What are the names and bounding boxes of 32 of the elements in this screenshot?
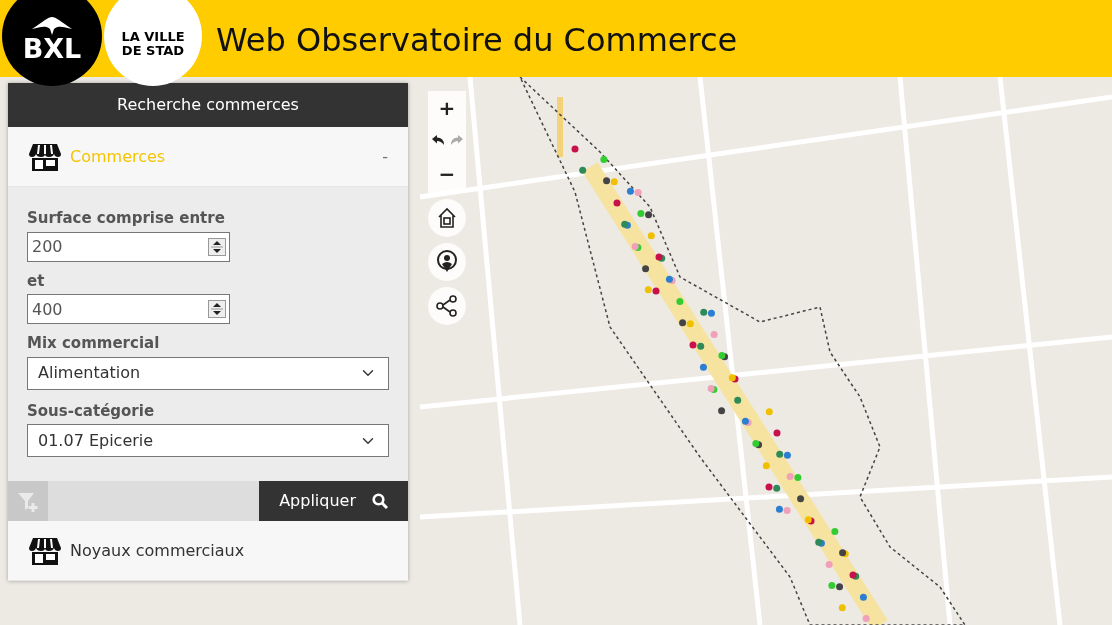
shop-icon <box>28 535 62 566</box>
search-icon <box>372 493 388 509</box>
number-field[interactable]: 200 <box>27 231 230 262</box>
page-title: Web Observatoire du Commerce <box>216 20 738 61</box>
panel-title: Recherche commerces <box>117 94 299 116</box>
field-label: Surface comprise entre <box>27 208 226 229</box>
section-title: Commerces <box>70 145 167 168</box>
spinner-icon <box>208 300 226 318</box>
shop-icon <box>28 141 62 172</box>
logo-text: DE STAD <box>121 44 185 58</box>
field-label: et <box>27 270 46 292</box>
field-label: Mix commercial <box>27 333 161 354</box>
field-label: Sous-catégorie <box>27 400 156 422</box>
collapse-toggle[interactable]: - <box>382 144 388 169</box>
accordion-header[interactable]: Commerces - <box>8 127 408 187</box>
logo-text: LA VILLE <box>121 30 185 44</box>
spinner-icon <box>208 237 226 256</box>
dropdown-field[interactable]: 01.07 Epicerie <box>27 424 389 457</box>
redo-icon <box>449 134 464 146</box>
accordion-header[interactable]: Noyaux commerciaux <box>8 521 408 581</box>
zoom-in-button[interactable]: + <box>428 91 466 125</box>
dropdown-field[interactable]: Alimentation <box>27 356 389 390</box>
home-icon <box>436 207 458 229</box>
number-field[interactable]: 400 <box>27 294 230 324</box>
share-icon <box>436 295 458 317</box>
undo-icon <box>430 134 445 146</box>
location-pin-icon <box>436 250 458 274</box>
apply-button[interactable]: Appliquer <box>259 481 408 521</box>
logo-text: BXL <box>22 35 82 62</box>
section-title: Noyaux commerciaux <box>70 539 246 562</box>
zoom-out-button[interactable]: − <box>428 155 466 193</box>
filter-add-icon <box>17 490 39 513</box>
